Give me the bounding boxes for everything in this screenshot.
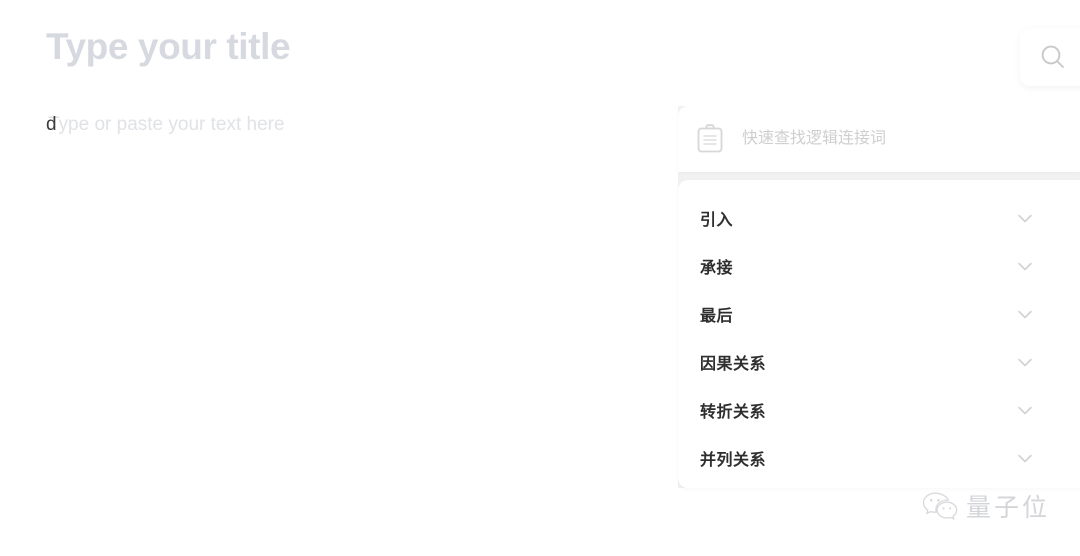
category-row-continue[interactable]: 承接 — [678, 242, 1080, 290]
watermark-text: 量子位 — [966, 493, 1051, 522]
chevron-down-icon[interactable] — [1014, 255, 1036, 277]
chevron-down-icon[interactable] — [1014, 447, 1036, 469]
clipboard-icon — [697, 124, 723, 153]
watermark: 量子位 — [922, 488, 1050, 524]
category-row-parallel[interactable]: 并列关系 — [678, 434, 1080, 482]
topbar-search-button[interactable] — [1020, 28, 1080, 86]
search-icon[interactable] — [1038, 42, 1068, 72]
chevron-down-icon[interactable] — [1014, 207, 1036, 229]
connector-search-card[interactable] — [678, 106, 1080, 172]
chevron-down-icon[interactable] — [1014, 399, 1036, 421]
document-body-typed-text: d — [46, 114, 57, 135]
category-label: 转折关系 — [700, 404, 767, 421]
connector-category-list: 引入 承接 最后 因果关系 转折关系 并列关系 — [678, 180, 1080, 488]
category-label: 并列关系 — [700, 452, 767, 469]
chevron-down-icon[interactable] — [1014, 351, 1036, 373]
category-row-transition[interactable]: 转折关系 — [678, 386, 1080, 434]
document-title-placeholder[interactable]: Type your title — [46, 26, 291, 68]
category-row-final[interactable]: 最后 — [678, 290, 1080, 338]
document-editor[interactable]: Type your title Type or paste your text … — [0, 0, 700, 556]
document-body-placeholder: Type or paste your text here — [48, 114, 285, 135]
category-label: 引入 — [700, 212, 734, 229]
wechat-logo-icon — [922, 492, 958, 520]
category-label: 因果关系 — [700, 356, 767, 373]
category-label: 承接 — [700, 260, 734, 277]
category-row-causal[interactable]: 因果关系 — [678, 338, 1080, 386]
chevron-down-icon[interactable] — [1014, 303, 1036, 325]
connector-search-input[interactable] — [742, 119, 1042, 159]
category-row-introduce[interactable]: 引入 — [678, 194, 1080, 242]
category-label: 最后 — [700, 308, 734, 325]
